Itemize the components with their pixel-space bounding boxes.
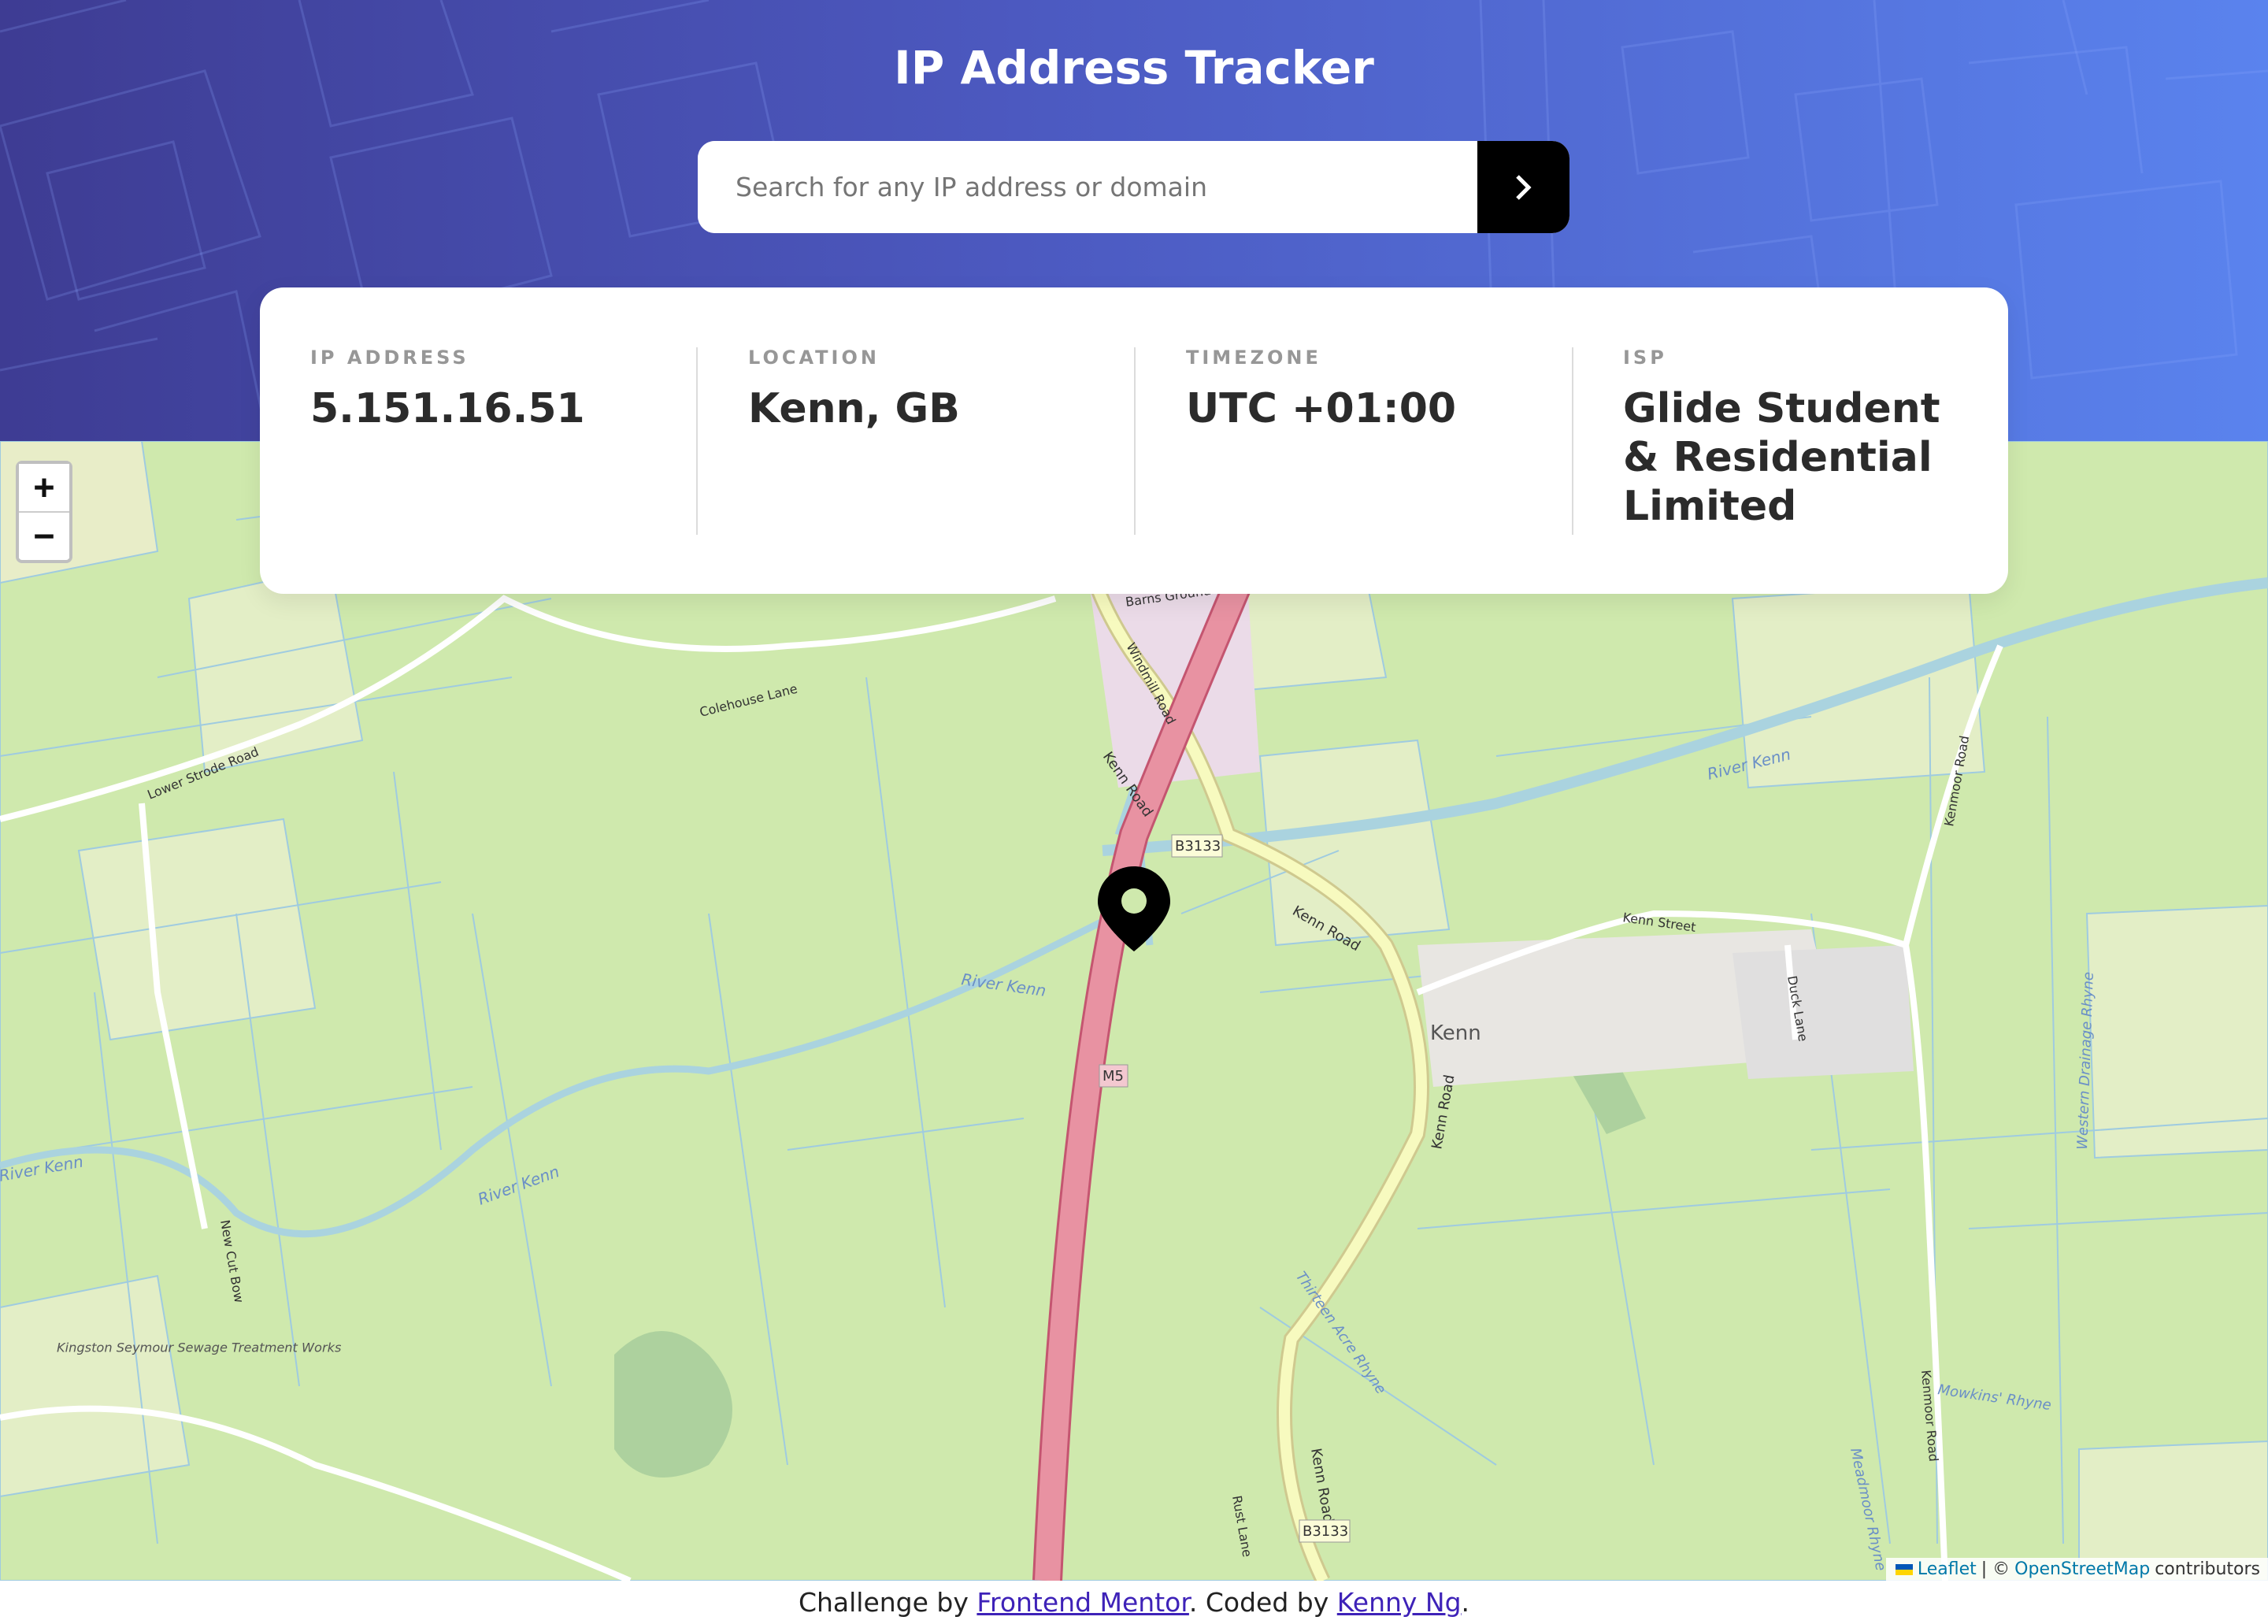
map-label-kenn: Kenn xyxy=(1430,1021,1481,1045)
map-residential xyxy=(1732,945,1914,1079)
stat-value: Glide Student & Residential Limited xyxy=(1623,385,1940,530)
stat-location: LOCATION Kenn, GB xyxy=(748,347,1087,433)
chevron-right-icon xyxy=(1515,174,1532,200)
zoom-control: + − xyxy=(16,461,72,563)
road-shield-label: M5 xyxy=(1102,1068,1124,1085)
stat-divider xyxy=(1134,347,1136,535)
stat-label: ISP xyxy=(1623,347,1667,369)
zoom-in-button[interactable]: + xyxy=(19,464,69,511)
road-shield-label: B3133 xyxy=(1175,838,1221,855)
map[interactable]: Kenn River Kenn River Kenn River Kenn Ri… xyxy=(0,441,2268,1581)
stat-divider xyxy=(1572,347,1573,535)
footer-suffix: . xyxy=(1461,1587,1470,1618)
attribution-separator: | © xyxy=(1981,1559,2010,1579)
map-tiles: Kenn River Kenn River Kenn River Kenn Ri… xyxy=(0,441,2268,1581)
stat-timezone: TIMEZONE UTC +01:00 xyxy=(1186,347,1525,433)
author-link[interactable]: Kenny Ng xyxy=(1337,1587,1462,1618)
road-shield-label: B3133 xyxy=(1303,1523,1348,1540)
stat-label: TIMEZONE xyxy=(1186,347,1321,369)
frontend-mentor-link[interactable]: Frontend Mentor xyxy=(976,1587,1188,1618)
stat-isp: ISP Glide Student & Residential Limited xyxy=(1623,347,1962,531)
stat-label: LOCATION xyxy=(748,347,880,369)
footer-middle: . Coded by xyxy=(1188,1587,1329,1618)
stat-value: Kenn, GB xyxy=(748,385,960,432)
osm-link[interactable]: OpenStreetMap xyxy=(2014,1558,2150,1581)
search-bar xyxy=(698,141,1569,233)
info-card: IP ADDRESS 5.151.16.51 LOCATION Kenn, GB… xyxy=(260,287,2008,594)
search-button[interactable] xyxy=(1477,141,1569,233)
map-attribution: Leaflet | © OpenStreetMap contributors xyxy=(1885,1558,2268,1581)
stat-value: 5.151.16.51 xyxy=(310,385,585,432)
stat-divider xyxy=(696,347,698,535)
zoom-out-button[interactable]: − xyxy=(19,511,69,558)
footer-prefix: Challenge by xyxy=(798,1587,969,1618)
search-input[interactable] xyxy=(698,141,1477,233)
attribution-contributors: contributors xyxy=(2155,1559,2260,1579)
page-title: IP Address Tracker xyxy=(894,41,1374,95)
location-pin-icon[interactable] xyxy=(1096,865,1172,953)
ukraine-flag-icon xyxy=(1895,1563,1913,1575)
map-label-works: Kingston Seymour Sewage Treatment Works xyxy=(57,1340,342,1355)
leaflet-link[interactable]: Leaflet xyxy=(1918,1558,1977,1581)
stat-value: UTC +01:00 xyxy=(1186,385,1457,432)
footer: Challenge by Frontend Mentor. Coded by K… xyxy=(0,1581,2268,1624)
stat-ip-address: IP ADDRESS 5.151.16.51 xyxy=(310,347,649,433)
stat-label: IP ADDRESS xyxy=(310,347,469,369)
